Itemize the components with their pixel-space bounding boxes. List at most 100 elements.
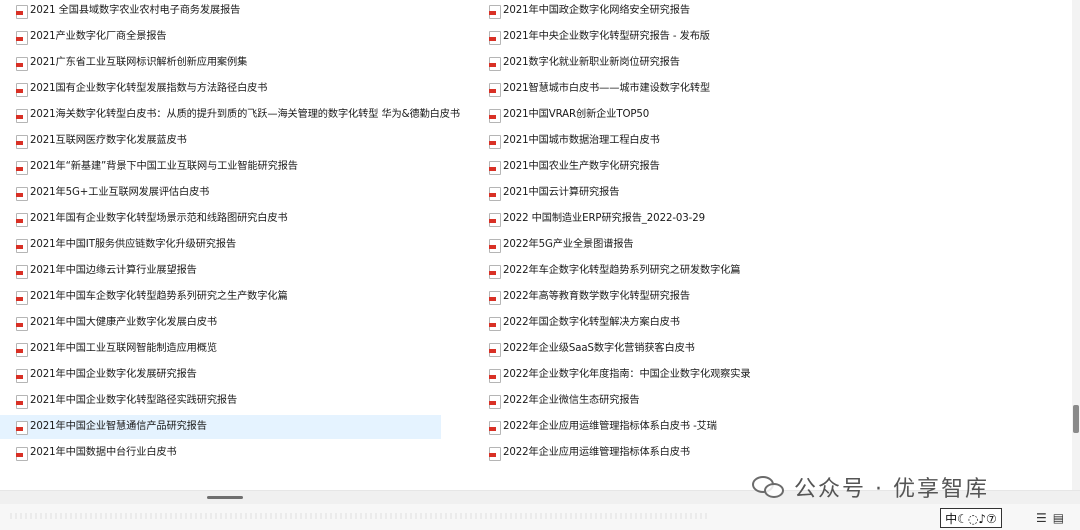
file-item[interactable]: 2021年中国边缘云计算行业展望报告 [0,259,441,283]
file-name: 2021互联网医疗数字化发展蓝皮书 [30,134,187,146]
pdf-file-icon [489,160,501,175]
pdf-file-icon [489,420,501,435]
file-name: 2021年中国数据中台行业白皮书 [30,446,177,458]
pdf-file-icon [16,368,28,383]
file-name: 2021产业数字化厂商全景报告 [30,30,167,42]
pdf-file-icon [489,368,501,383]
file-name: 2021年中国边缘云计算行业展望报告 [30,264,197,276]
file-name: 2021 全国县域数字农业农村电子商务发展报告 [30,4,241,16]
file-name: 2021年中国IT服务供应链数字化升级研究报告 [30,238,237,250]
file-name: 2022年企业微信生态研究报告 [503,394,640,406]
pdf-file-icon [16,264,28,279]
pdf-file-icon [16,342,28,357]
panel-icon[interactable]: ▤ [1053,512,1064,524]
pdf-file-icon [16,290,28,305]
pdf-file-icon [16,394,28,409]
file-name: 2021中国VRAR创新企业TOP50 [503,108,650,120]
file-item[interactable]: 2022年高等教育数学数字化转型研究报告 [473,285,738,309]
ime-indicator[interactable]: 中☾◌♪⑦ [940,508,1002,528]
pdf-file-icon [489,394,501,409]
file-name: 2022年企业级SaaS数字化营销获客白皮书 [503,342,695,354]
vertical-scrollbar[interactable] [1072,0,1080,490]
pdf-file-icon [16,82,28,97]
pdf-file-icon [16,420,28,435]
file-name: 2021数字化就业新职业新岗位研究报告 [503,56,680,68]
file-item[interactable]: 2021数字化就业新职业新岗位研究报告 [473,51,738,75]
file-item[interactable]: 2021广东省工业互联网标识解析创新应用案例集 [0,51,441,75]
file-item[interactable]: 2021年5G+工业互联网发展评估白皮书 [0,181,441,205]
pdf-file-icon [489,316,501,331]
file-name: 2022年5G产业全景图谱报告 [503,238,634,250]
file-item[interactable]: 2021中国城市数据治理工程白皮书 [473,129,738,153]
menu-icon[interactable]: ☰ [1036,512,1047,524]
file-name: 2022年国企数字化转型解决方案白皮书 [503,316,680,328]
file-name: 2021年5G+工业互联网发展评估白皮书 [30,186,210,198]
file-name: 2021年国有企业数字化转型场景示范和线路图研究白皮书 [30,212,288,224]
file-item[interactable]: 2021中国农业生产数字化研究报告 [473,155,738,179]
file-item[interactable]: 2021中国云计算研究报告 [473,181,738,205]
file-item[interactable]: 2021年中国数据中台行业白皮书 [0,441,441,465]
pdf-file-icon [489,264,501,279]
file-name: 2021年“新基建”背景下中国工业互联网与工业智能研究报告 [30,160,298,172]
file-name: 2021广东省工业互联网标识解析创新应用案例集 [30,56,248,68]
pdf-file-icon [489,134,501,149]
pdf-file-icon [489,342,501,357]
file-name: 2021国有企业数字化转型发展指数与方法路径白皮书 [30,82,268,94]
pdf-file-icon [16,30,28,45]
file-name: 2021年中国车企数字化转型趋势系列研究之生产数字化篇 [30,290,288,302]
file-item[interactable]: 2022年企业数字化年度指南：中国企业数字化观察实录 [473,363,751,387]
pdf-file-icon [16,446,28,461]
pdf-file-icon [16,160,28,175]
pdf-file-icon [489,82,501,97]
horizontal-scroll-thumb[interactable] [207,496,243,499]
pdf-file-icon [16,186,28,201]
file-item[interactable]: 2021互联网医疗数字化发展蓝皮书 [0,129,441,153]
status-bar [0,504,1080,530]
file-name: 2021海关数字化转型白皮书：从质的提升到质的飞跃—海关管理的数字化转型 华为&… [30,108,460,120]
file-item[interactable]: 2021年中国企业数字化发展研究报告 [0,363,441,387]
file-item[interactable]: 2022年车企数字化转型趋势系列研究之研发数字化篇 [473,259,741,283]
pdf-file-icon [489,212,501,227]
file-name: 2022年车企数字化转型趋势系列研究之研发数字化篇 [503,264,741,276]
file-name: 2021年中央企业数字化转型研究报告 - 发布版 [503,30,710,42]
ime-text: 中☾◌♪⑦ [945,511,997,526]
pdf-file-icon [489,446,501,461]
file-item[interactable]: 2021年国有企业数字化转型场景示范和线路图研究白皮书 [0,207,441,231]
file-item[interactable]: 2021国有企业数字化转型发展指数与方法路径白皮书 [0,77,441,101]
file-name: 2021中国城市数据治理工程白皮书 [503,134,660,146]
file-item[interactable]: 2021智慧城市白皮书——城市建设数字化转型 [473,77,738,101]
wechat-watermark: 公众号 · 优享智库 [750,470,989,504]
file-name: 2021年中国企业数字化发展研究报告 [30,368,197,380]
file-item[interactable]: 2021年中国IT服务供应链数字化升级研究报告 [0,233,441,257]
file-item[interactable]: 2022年企业级SaaS数字化营销获客白皮书 [473,337,738,361]
file-item[interactable]: 2021年中国工业互联网智能制造应用概览 [0,337,441,361]
file-item[interactable]: 2022 中国制造业ERP研究报告_2022-03-29 [473,207,738,231]
file-item[interactable]: 2022年企业应用运维管理指标体系白皮书 -艾瑞 [473,415,738,439]
file-item[interactable]: 2021海关数字化转型白皮书：从质的提升到质的飞跃—海关管理的数字化转型 华为&… [0,103,460,127]
pdf-file-icon [16,316,28,331]
file-item[interactable]: 2021年中国大健康产业数字化发展白皮书 [0,311,441,335]
vertical-scroll-thumb[interactable] [1073,405,1079,433]
file-list-view[interactable]: 2021 全国县域数字农业农村电子商务发展报告 2021产业数字化厂商全景报告 20… [0,0,1072,490]
pdf-file-icon [16,108,28,123]
file-name: 2021年中国企业数字化转型路径实践研究报告 [30,394,238,406]
file-item[interactable]: 2022年企业微信生态研究报告 [473,389,738,413]
file-item[interactable]: 2022年5G产业全景图谱报告 [473,233,738,257]
file-item[interactable]: 2021年中国车企数字化转型趋势系列研究之生产数字化篇 [0,285,441,309]
file-name: 2022年高等教育数学数字化转型研究报告 [503,290,690,302]
status-bar-pattern [10,513,710,519]
file-name: 2022年企业应用运维管理指标体系白皮书 [503,446,690,458]
pdf-file-icon [489,238,501,253]
file-item[interactable]: 2021年中国政企数字化网络安全研究报告 [473,0,738,23]
file-item[interactable]: 2021 全国县域数字农业农村电子商务发展报告 [0,0,441,23]
file-item[interactable]: 2021年中央企业数字化转型研究报告 - 发布版 [473,25,738,49]
file-item[interactable]: 2022年企业应用运维管理指标体系白皮书 [473,441,738,465]
pdf-file-icon [489,186,501,201]
file-item[interactable]: 2021年“新基建”背景下中国工业互联网与工业智能研究报告 [0,155,441,179]
file-name: 2021年中国企业智慧通信产品研究报告 [30,420,207,432]
file-item[interactable]: 2021年中国企业智慧通信产品研究报告 [0,415,441,439]
file-item[interactable]: 2022年国企数字化转型解决方案白皮书 [473,311,738,335]
file-item[interactable]: 2021产业数字化厂商全景报告 [0,25,441,49]
file-item[interactable]: 2021中国VRAR创新企业TOP50 [473,103,738,127]
file-item[interactable]: 2021年中国企业数字化转型路径实践研究报告 [0,389,441,413]
